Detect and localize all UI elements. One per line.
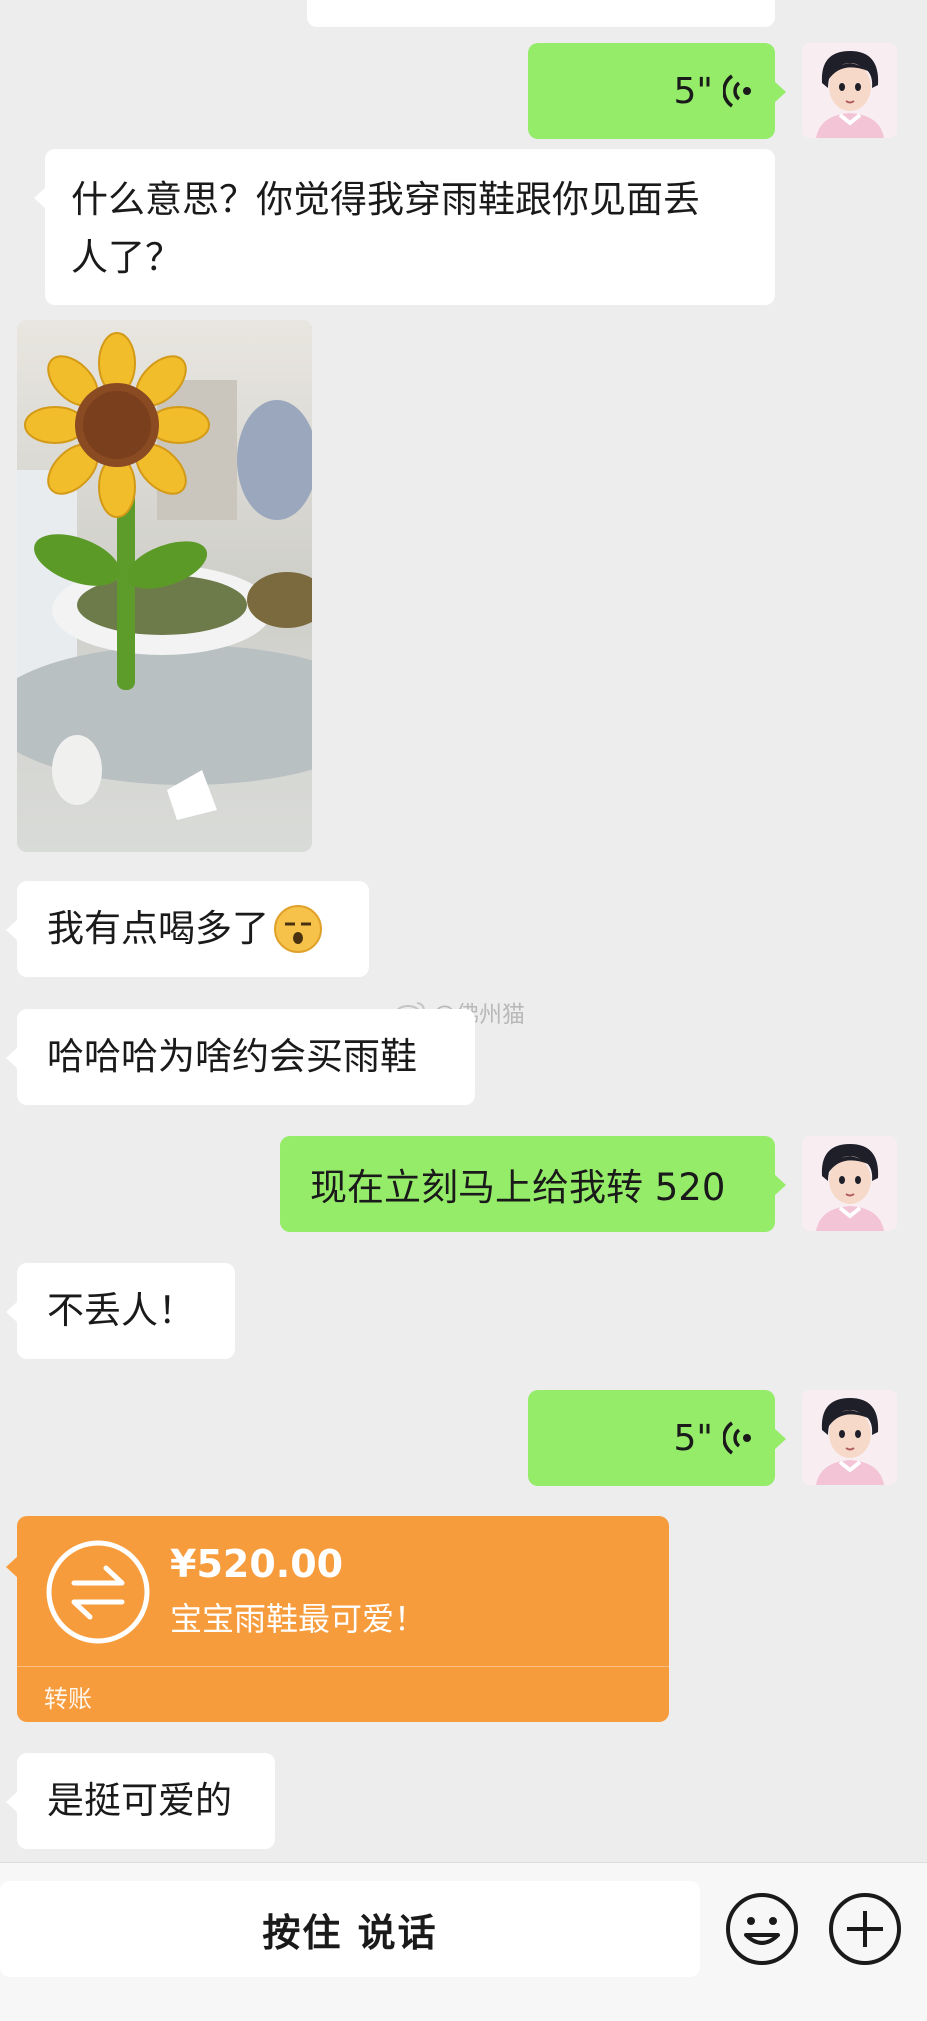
input-bar: 按住 说话 (0, 1862, 927, 2021)
voice-message-bubble[interactable]: 5" (528, 43, 786, 139)
message-text: 是挺可爱的 (47, 1779, 232, 1822)
voice-duration: 5" (673, 1417, 713, 1459)
transfer-label: 转账 (44, 1685, 92, 1713)
message-bubble[interactable]: 哈哈哈为啥约会买雨鞋 (6, 1009, 475, 1105)
voice-duration: 5" (673, 70, 713, 112)
sunflower-photo (17, 320, 312, 852)
transfer-divider (17, 1666, 669, 1667)
avatar[interactable] (802, 43, 897, 138)
tipsy-emoji-icon (274, 905, 322, 953)
hold-to-talk-button[interactable]: 按住 说话 (0, 1881, 700, 1977)
voice-wave-icon (723, 74, 751, 108)
message-text: 我有点喝多了 (47, 907, 269, 950)
message-bubble[interactable]: 是挺可爱的 (6, 1753, 275, 1849)
partial-message-bubble[interactable] (307, 0, 775, 27)
message-bubble[interactable]: 我有点喝多了 (6, 881, 369, 977)
voice-message-bubble[interactable]: 5" (528, 1390, 786, 1486)
message-bubble[interactable]: 现在立刻马上给我转 520 (280, 1136, 786, 1232)
transfer-card[interactable]: ¥520.00 宝宝雨鞋最可爱！ 转账 (6, 1516, 669, 1722)
avatar-icon (802, 1390, 897, 1485)
voice-wave-icon (723, 1421, 751, 1455)
message-bubble[interactable]: 不丢人！ (6, 1263, 235, 1359)
image-message[interactable] (17, 320, 312, 852)
avatar[interactable] (802, 1390, 897, 1485)
message-text-line: 人了？ (71, 236, 182, 279)
avatar[interactable] (802, 1136, 897, 1231)
avatar-icon (802, 43, 897, 138)
avatar-icon (802, 1136, 897, 1231)
message-text-line: 什么意思？你觉得我穿雨鞋跟你见面丢 (71, 178, 700, 221)
plus-icon[interactable] (827, 1891, 903, 1967)
message-text: 不丢人！ (47, 1289, 195, 1332)
transfer-note: 宝宝雨鞋最可爱！ (170, 1600, 427, 1638)
message-text: 哈哈哈为啥约会买雨鞋 (47, 1035, 417, 1078)
message-bubble[interactable]: 什么意思？你觉得我穿雨鞋跟你见面丢 人了？ (34, 149, 775, 305)
transfer-arrows-icon (46, 1540, 150, 1644)
message-text: 现在立刻马上给我转 520 (310, 1166, 726, 1209)
transfer-amount: ¥520.00 (170, 1542, 344, 1586)
emoji-icon[interactable] (724, 1891, 800, 1967)
